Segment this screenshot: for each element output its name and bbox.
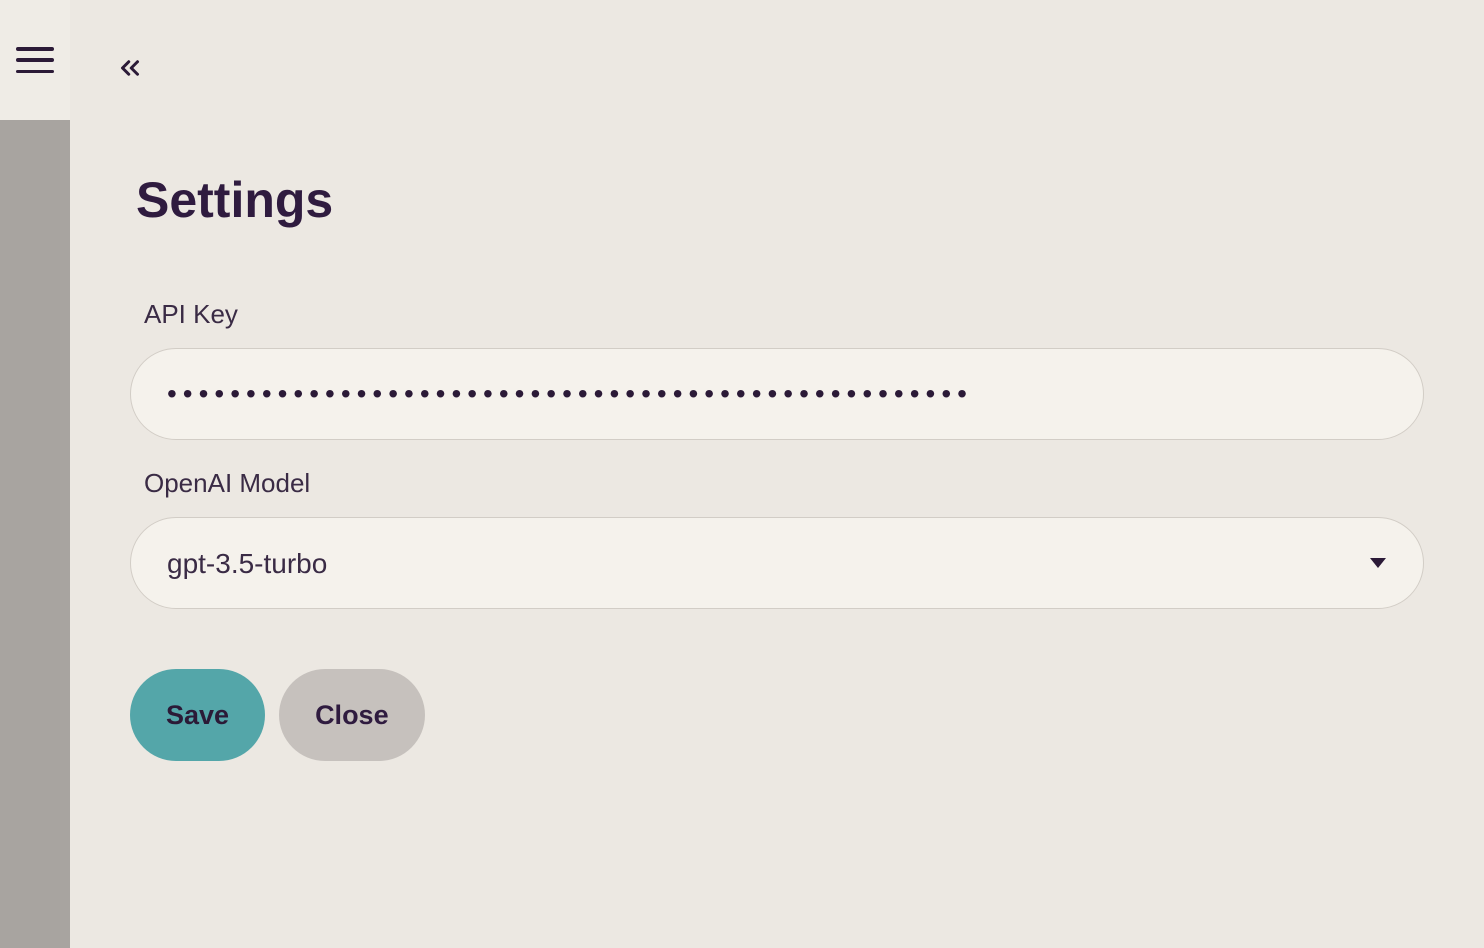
hamburger-menu-icon[interactable] bbox=[16, 47, 54, 73]
chevron-double-left-icon bbox=[115, 53, 145, 83]
model-select[interactable]: gpt-3.5-turbo bbox=[130, 517, 1424, 609]
model-select-wrap: gpt-3.5-turbo bbox=[130, 517, 1424, 609]
top-left-strip bbox=[0, 0, 70, 120]
api-key-label: API Key bbox=[144, 299, 1424, 330]
page-title: Settings bbox=[136, 171, 1424, 229]
back-button[interactable] bbox=[112, 50, 148, 86]
save-button[interactable]: Save bbox=[130, 669, 265, 761]
settings-panel: Settings API Key OpenAI Model gpt-3.5-tu… bbox=[70, 0, 1484, 948]
api-key-input[interactable] bbox=[130, 348, 1424, 440]
model-label: OpenAI Model bbox=[144, 468, 1424, 499]
button-row: Save Close bbox=[130, 669, 1424, 761]
close-button[interactable]: Close bbox=[279, 669, 425, 761]
